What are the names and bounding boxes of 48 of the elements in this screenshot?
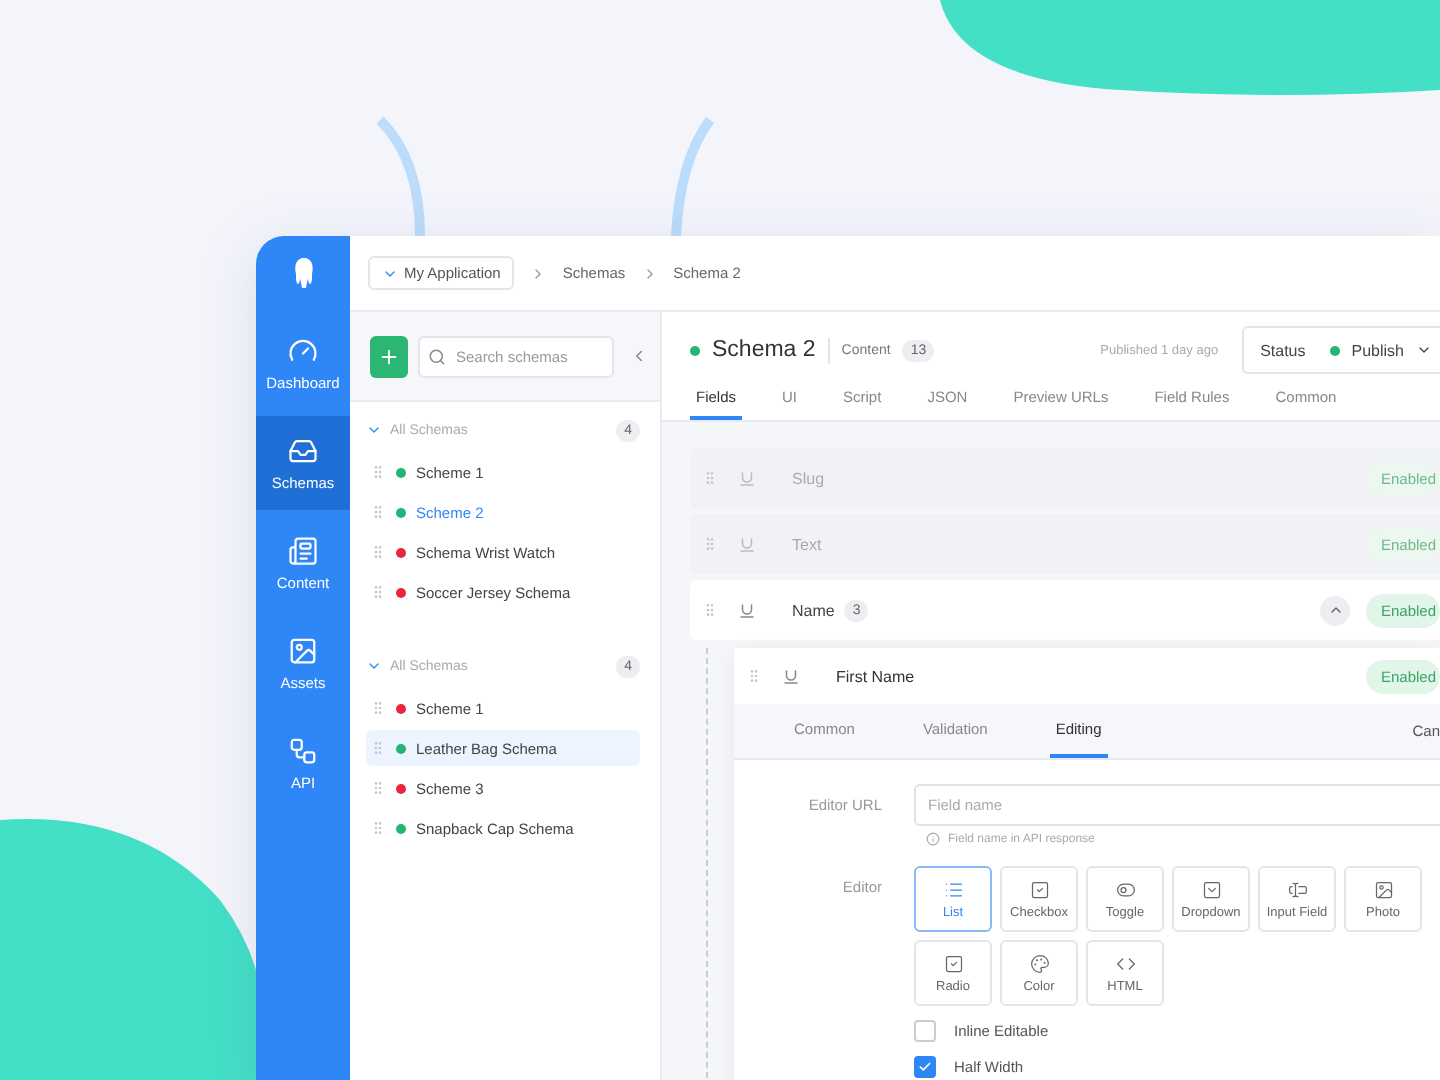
field-name: Text	[792, 535, 822, 553]
add-button[interactable]	[370, 335, 408, 377]
text-type-icon	[738, 469, 756, 487]
info-icon	[926, 832, 940, 846]
drag-handle-icon[interactable]	[370, 504, 386, 520]
status-dropdown[interactable]: Status Publish	[1242, 326, 1440, 374]
gauge-icon	[288, 335, 318, 365]
code-icon	[1115, 953, 1135, 973]
document-icon	[288, 535, 318, 565]
chevron-up-icon	[1327, 602, 1344, 618]
chevron-icon	[1416, 342, 1432, 358]
text-type-icon	[782, 667, 800, 685]
chevron-icon[interactable]	[366, 422, 382, 438]
checkbox[interactable]	[914, 1056, 936, 1078]
search-icon	[427, 347, 446, 365]
text-cursor-icon	[1287, 879, 1307, 899]
image-icon	[288, 635, 318, 665]
tray-icon	[288, 435, 318, 465]
palette-icon	[1029, 953, 1049, 973]
chevron-icon[interactable]	[366, 658, 382, 674]
octopus-logo-icon	[289, 255, 317, 291]
toggle-icon	[1115, 879, 1135, 899]
text-type-icon	[738, 535, 756, 553]
drag-handle-icon[interactable]	[370, 820, 386, 836]
curved-line	[376, 116, 425, 237]
checkbox-icon	[1029, 879, 1049, 899]
network-icon	[288, 735, 318, 765]
drag-handle-icon[interactable]	[370, 544, 386, 560]
drag-handle-icon[interactable]	[370, 700, 386, 716]
drag-handle-icon[interactable]	[370, 780, 386, 796]
text-type-icon	[738, 601, 756, 619]
schema-title: Schema 2	[712, 338, 816, 362]
checkbox[interactable]	[914, 1020, 936, 1042]
drag-handle-icon[interactable]	[370, 464, 386, 480]
drag-handle-icon[interactable]	[702, 602, 718, 618]
field-name: Slug	[792, 469, 825, 487]
dropdown-icon	[1201, 879, 1221, 899]
collapse-button[interactable]	[1320, 595, 1351, 625]
drag-handle-icon[interactable]	[746, 668, 762, 684]
check-icon	[918, 1060, 932, 1074]
field-name: Name	[792, 601, 835, 619]
drag-handle-icon[interactable]	[370, 740, 386, 756]
image-icon	[1373, 879, 1393, 899]
checkbox-icon	[943, 953, 963, 973]
drag-handle-icon[interactable]	[370, 584, 386, 600]
curved-line	[671, 117, 715, 237]
plus-icon	[377, 345, 400, 367]
field-name: First Name	[836, 667, 917, 685]
